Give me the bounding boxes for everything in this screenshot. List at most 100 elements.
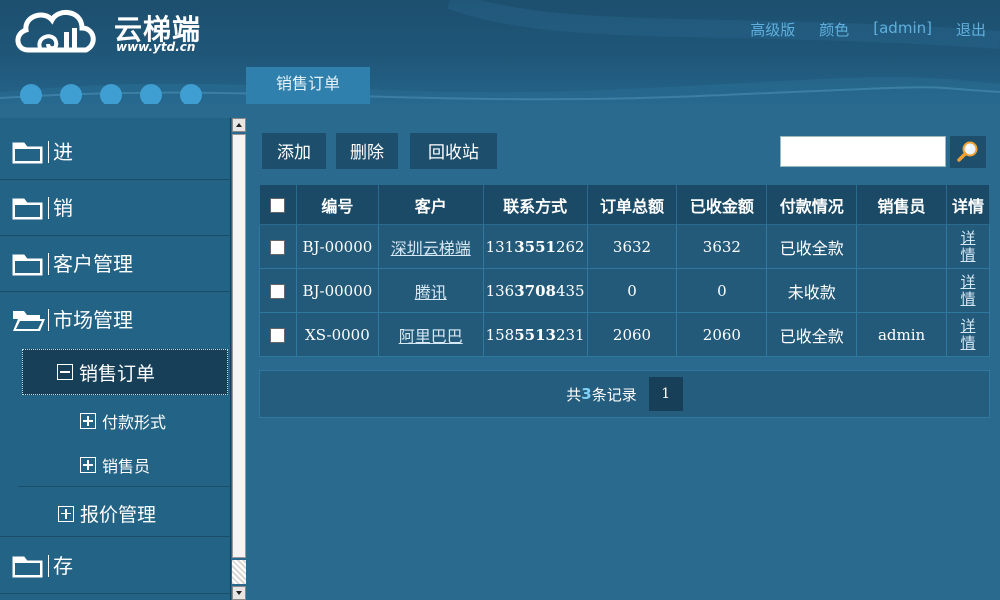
sidebar-item-label: 存 (48, 554, 73, 577)
order-id: XS-0000 (295, 312, 379, 357)
collapse-icon[interactable] (57, 364, 73, 380)
tree-item-label: 销售员 (102, 457, 151, 476)
pagination: 共 3 条记录 1 (259, 370, 990, 418)
tree-item-quote[interactable]: 报价管理 (58, 500, 156, 527)
customer-link[interactable]: 阿里巴巴 (399, 327, 463, 346)
record-count-prefix: 共 (566, 385, 582, 404)
dot (100, 84, 122, 104)
tree-item-salesperson[interactable]: 销售员 (80, 453, 150, 477)
link-color[interactable]: 颜色 (819, 19, 849, 40)
scroll-down-button[interactable] (232, 586, 246, 600)
recycle-bin-button[interactable]: 回收站 (410, 133, 497, 169)
record-count: 3 (581, 385, 592, 403)
tree-item-sales-order[interactable]: 销售订单 (22, 349, 228, 395)
decorative-dots (20, 84, 202, 104)
table-header-row: 编号 客户 联系方式 订单总额 已收金额 付款情况 销售员 详情 (259, 184, 990, 225)
page-1-button[interactable]: 1 (648, 377, 683, 411)
tab-sales-order[interactable]: 销售订单 (246, 67, 370, 104)
link-advanced[interactable]: 高级版 (750, 19, 795, 40)
payment-status: 已收全款 (766, 312, 858, 357)
scroll-up-button[interactable] (232, 118, 246, 132)
sidebar-item-label: 销 (48, 196, 73, 219)
phone: 1363708435 (482, 268, 588, 313)
folder-icon (12, 254, 43, 275)
record-count-suffix: 条记录 (591, 385, 637, 404)
sidebar-item-sales[interactable]: 销 (0, 180, 230, 236)
column-header: 编号 (295, 184, 379, 225)
link-logout[interactable]: 退出 (956, 19, 986, 40)
search-input[interactable] (780, 136, 946, 167)
table-row: XS-0000 阿里巴巴 1585513231 2060 2060 已收全款 a… (259, 312, 990, 357)
orders-table: 编号 客户 联系方式 订单总额 已收金额 付款情况 销售员 详情 BJ-0000… (259, 184, 990, 357)
sidebar: 进 销 客户管理 市场管理 销售订单 付款形式 销售员 报价管理 存 (0, 118, 230, 600)
column-header: 客户 (377, 184, 484, 225)
tree-item-payment-method[interactable]: 付款形式 (80, 409, 166, 433)
tree-item-label: 付款形式 (102, 413, 167, 432)
detail-link[interactable]: 详情 (959, 317, 977, 352)
order-total: 2060 (586, 312, 678, 357)
top-links: 高级版 颜色 [admin] 退出 (750, 19, 986, 40)
sidebar-item-purchase[interactable]: 进 (0, 124, 230, 180)
sidebar-item-label: 进 (48, 140, 73, 163)
cloud-logo-icon (15, 10, 96, 53)
column-header: 已收金额 (676, 184, 768, 225)
folder-icon (12, 142, 43, 163)
expand-icon[interactable] (80, 413, 96, 429)
sidebar-item-market[interactable]: 市场管理 (0, 292, 230, 348)
dot (180, 84, 202, 104)
sidebar-scrollbar[interactable] (230, 118, 246, 600)
dot (20, 84, 42, 104)
tree-item-label: 报价管理 (80, 504, 157, 526)
link-user[interactable]: [admin] (873, 19, 932, 40)
phone: 1313551262 (482, 224, 588, 269)
order-id: BJ-00000 (295, 268, 379, 313)
detail-link[interactable]: 详情 (959, 273, 977, 308)
dot (140, 84, 162, 104)
column-header: 订单总额 (586, 184, 678, 225)
row-checkbox[interactable] (270, 284, 286, 299)
dot (60, 84, 82, 104)
sidebar-item-customer[interactable]: 客户管理 (0, 236, 230, 292)
search-button[interactable] (950, 136, 986, 168)
row-checkbox[interactable] (270, 240, 286, 255)
scroll-track[interactable] (232, 560, 246, 584)
folder-icon (12, 556, 43, 577)
add-button[interactable]: 添加 (262, 133, 326, 169)
payment-status: 未收款 (766, 268, 858, 313)
expand-icon[interactable] (58, 505, 74, 522)
tree-item-label: 销售订单 (79, 362, 156, 385)
delete-button[interactable]: 删除 (336, 133, 398, 169)
salesperson (856, 224, 947, 269)
detail-link[interactable]: 详情 (959, 229, 977, 264)
salesperson: admin (856, 312, 947, 357)
table-row: BJ-00000 腾讯 1363708435 0 0 未收款 详情 (259, 268, 990, 313)
customer-link[interactable]: 深圳云梯端 (391, 239, 471, 258)
logo[interactable]: 云梯端 www.ytd.cn (14, 4, 224, 58)
logo-url: www.ytd.cn (116, 40, 196, 54)
folder-open-icon (13, 311, 45, 331)
expand-icon[interactable] (80, 457, 96, 473)
sidebar-item-inventory[interactable]: 存 (0, 538, 230, 594)
scroll-thumb[interactable] (232, 134, 246, 558)
select-all-checkbox[interactable] (270, 198, 286, 213)
sidebar-item-label: 市场管理 (48, 309, 133, 331)
column-header: 详情 (946, 184, 990, 225)
customer-link[interactable]: 腾讯 (415, 283, 447, 302)
search-icon (957, 141, 978, 162)
salesperson (856, 268, 947, 313)
order-total: 0 (586, 268, 678, 313)
divider (0, 536, 230, 537)
order-total: 3632 (586, 224, 678, 269)
column-header: 联系方式 (482, 184, 588, 225)
table-row: BJ-00000 深圳云梯端 1313551262 3632 3632 已收全款… (259, 224, 990, 269)
received-amount: 3632 (676, 224, 768, 269)
header-bar: 云梯端 www.ytd.cn 高级版 颜色 [admin] 退出 销售订单 (0, 0, 1000, 104)
received-amount: 0 (676, 268, 768, 313)
select-all-cell (259, 184, 297, 225)
order-id: BJ-00000 (295, 224, 379, 269)
phone: 1585513231 (482, 312, 588, 357)
row-checkbox[interactable] (270, 328, 286, 343)
column-header: 付款情况 (766, 184, 858, 225)
divider (18, 486, 230, 487)
received-amount: 2060 (676, 312, 768, 357)
